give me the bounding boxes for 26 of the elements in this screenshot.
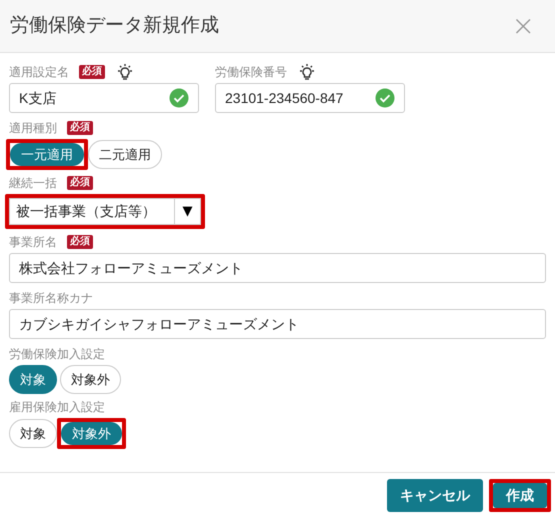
required-badge: 必須 — [67, 235, 93, 249]
field-label: 適用種別 — [9, 120, 57, 137]
required-badge: 必須 — [79, 65, 105, 79]
field-label: 事業所名称カナ — [9, 290, 93, 307]
toggle-option[interactable]: 二元適用 — [88, 140, 162, 169]
toggle-option[interactable]: 対象 — [9, 419, 57, 448]
dialog-title: 労働保険データ新規作成 — [10, 14, 219, 38]
toggle-option[interactable]: 対象外 — [60, 365, 121, 394]
input-field[interactable]: 株式会社フォローアミューズメント — [9, 253, 546, 283]
field-label: 労働保険番号 — [215, 64, 287, 81]
input-field[interactable]: 23101-234560-847 — [215, 83, 405, 113]
toggle-option[interactable]: 対象外 — [61, 422, 122, 445]
field-label: 事業所名 — [9, 234, 57, 251]
toggle-option[interactable]: 対象 — [9, 365, 57, 394]
select-field[interactable]: 被一括事業（支店等） ▼ — [9, 198, 201, 225]
toggle-option[interactable]: 一元適用 — [10, 143, 84, 166]
field-label: 労働保険加入設定 — [9, 346, 105, 363]
dialog-button[interactable]: キャンセル — [387, 478, 483, 512]
required-badge: 必須 — [67, 176, 93, 190]
input-field[interactable]: カブシキガイシャフォローアミューズメント — [9, 309, 546, 339]
dialog-button[interactable]: 作成 — [493, 482, 547, 508]
field-label: 雇用保険加入設定 — [9, 399, 105, 416]
input-field[interactable]: K支店 — [9, 83, 199, 113]
field-label: 継続一括 — [9, 175, 57, 192]
field-label: 適用設定名 — [9, 64, 69, 81]
required-badge: 必須 — [67, 121, 93, 135]
